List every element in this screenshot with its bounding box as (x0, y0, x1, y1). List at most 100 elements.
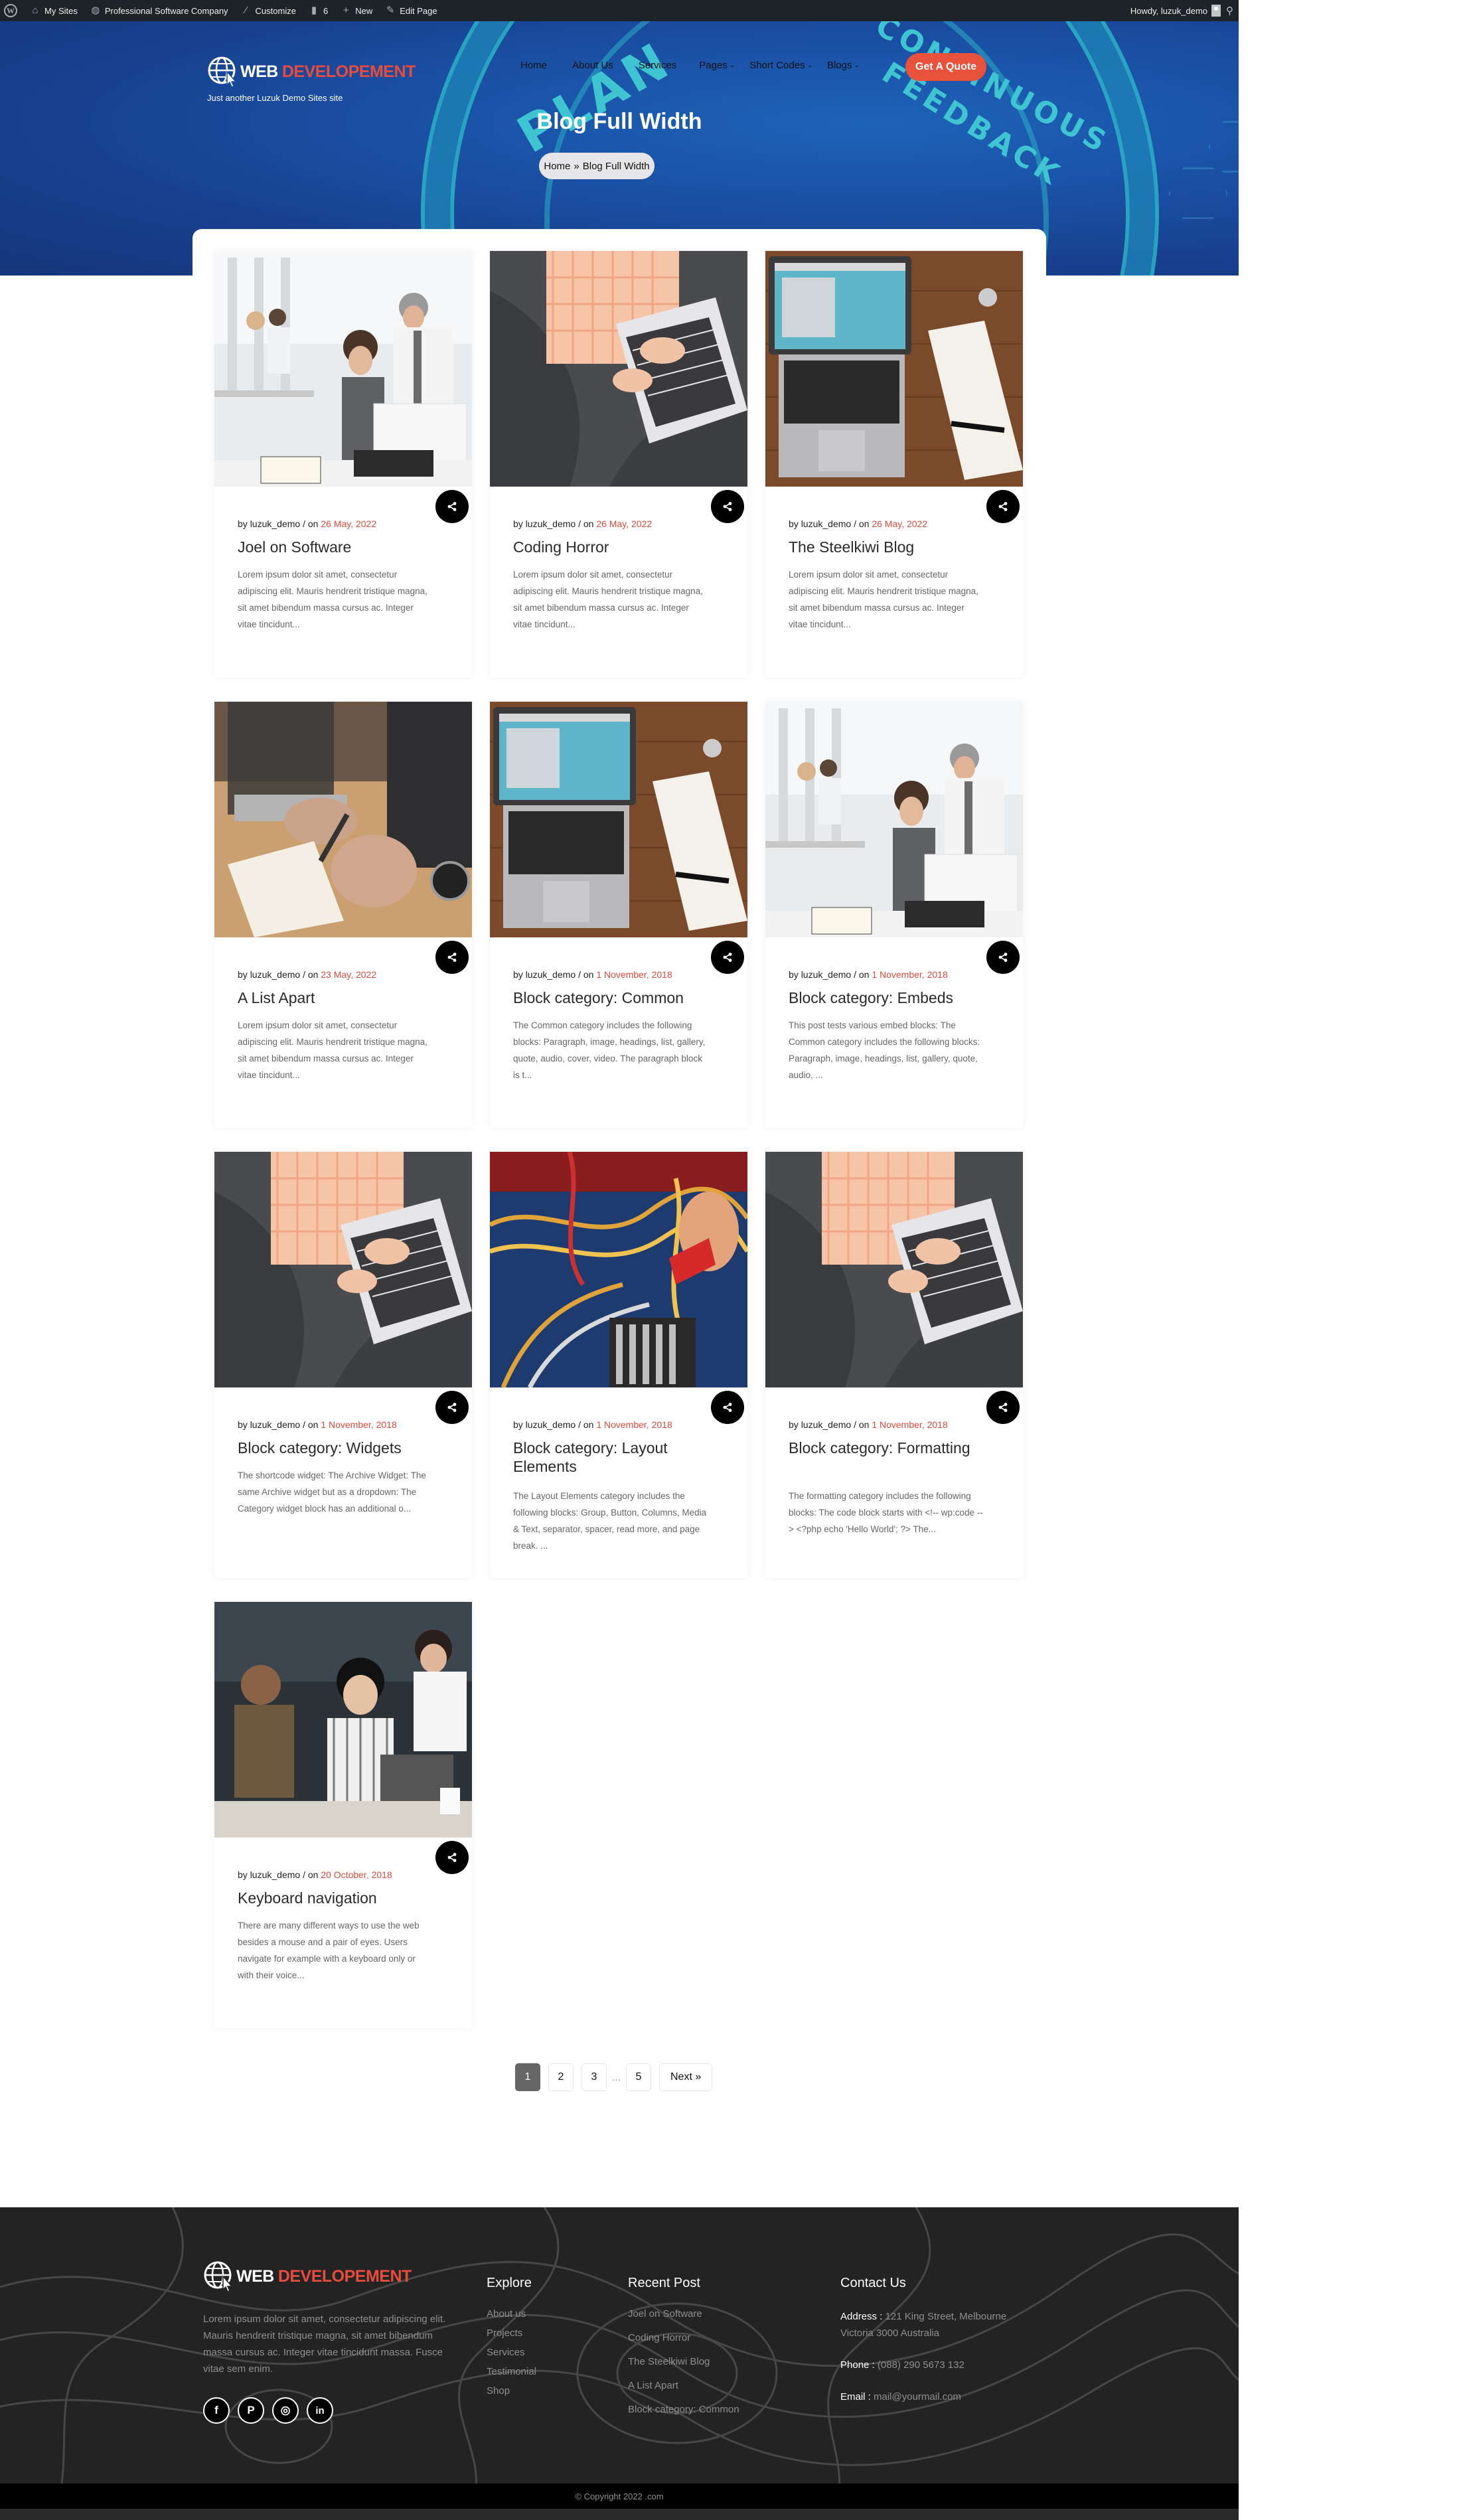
admin-bar-wordpress[interactable]: W (4, 4, 17, 17)
footer-explore-link[interactable]: About us (487, 2308, 536, 2320)
page-1-button[interactable]: 1 (515, 2063, 540, 2091)
footer-explore-link[interactable]: Shop (487, 2385, 536, 2397)
admin-bar-account[interactable]: Howdy, luzuk_demo (1130, 5, 1221, 17)
admin-bar-comments[interactable]: ▮ 6 (308, 5, 328, 17)
post-title[interactable]: Block category: Common (513, 988, 701, 1007)
share-button[interactable] (711, 490, 744, 523)
post-thumbnail[interactable] (214, 702, 472, 937)
admin-bar-site-name[interactable]: ◍ Professional Software Company (90, 5, 228, 17)
post-thumbnail[interactable] (765, 1152, 1023, 1387)
linkedin-icon[interactable]: in (307, 2397, 333, 2424)
nav-blogs[interactable]: Blogs ⌄ (827, 60, 860, 71)
footer-explore-link[interactable]: Projects (487, 2327, 536, 2339)
breadcrumb-home[interactable]: Home (544, 161, 570, 172)
email-value[interactable]: mail@yourmail.com (874, 2391, 961, 2402)
post-date[interactable]: 23 May, 2022 (321, 969, 376, 980)
page: W ⌂ My Sites ◍ Professional Software Compa… (0, 0, 1239, 2520)
post-date[interactable]: 1 November, 2018 (872, 1419, 947, 1430)
post-thumbnail[interactable] (765, 702, 1023, 937)
share-button[interactable] (435, 1391, 469, 1424)
post-title[interactable]: Block category: Widgets (238, 1439, 425, 1457)
meta-on: / on (303, 969, 319, 980)
post-author[interactable]: luzuk_demo (526, 1419, 576, 1430)
share-button[interactable] (435, 490, 469, 523)
share-button[interactable] (711, 1391, 744, 1424)
get-a-quote-button[interactable]: Get A Quote (905, 53, 986, 81)
post-date[interactable]: 20 October, 2018 (321, 1869, 392, 1880)
nav-services[interactable]: Services (639, 60, 677, 71)
meta-on: / on (303, 1869, 319, 1880)
post-author[interactable]: luzuk_demo (250, 518, 301, 529)
post-date[interactable]: 26 May, 2022 (321, 518, 376, 529)
footer-recent-post-link[interactable]: Joel on Software (628, 2308, 739, 2320)
post-author[interactable]: luzuk_demo (801, 969, 852, 980)
footer-recent-post-link[interactable]: Coding Horror (628, 2332, 739, 2343)
footer-explore-link[interactable]: Testimonial (487, 2366, 536, 2377)
site-dashboard-icon: ◍ (91, 5, 100, 16)
post-title[interactable]: Keyboard navigation (238, 1889, 425, 1907)
footer-recent-post-link[interactable]: The Steelkiwi Blog (628, 2356, 739, 2367)
share-button[interactable] (986, 941, 1020, 974)
post-meta: by luzuk_demo / on 26 May, 2022 (789, 518, 927, 529)
pagination: 1 2 3 … 5 Next » (515, 2063, 713, 2091)
wordpress-icon: W (4, 4, 17, 17)
admin-bar-edit-page[interactable]: ✎ Edit Page (384, 5, 437, 17)
share-button[interactable] (435, 941, 469, 974)
share-button[interactable] (711, 941, 744, 974)
post-date[interactable]: 26 May, 2022 (872, 518, 927, 529)
admin-bar-new[interactable]: + New (340, 5, 372, 17)
post-meta: by luzuk_demo / on 20 October, 2018 (238, 1869, 392, 1880)
search-icon[interactable]: ⚲ (1226, 5, 1233, 17)
post-thumbnail[interactable] (490, 251, 747, 487)
admin-bar-my-sites[interactable]: ⌂ My Sites (29, 5, 77, 17)
post-author[interactable]: luzuk_demo (250, 969, 301, 980)
topographic-pattern (0, 2207, 1239, 2483)
page-5-button[interactable]: 5 (626, 2063, 651, 2091)
site-logo[interactable]: WEB DEVELOPEMENT Just another Luzuk Demo… (207, 56, 416, 103)
post-date[interactable]: 1 November, 2018 (596, 969, 672, 980)
share-button[interactable] (435, 1841, 469, 1874)
instagram-icon[interactable]: ◎ (272, 2397, 299, 2424)
post-title[interactable]: Block category: Formatting (789, 1439, 976, 1457)
post-author[interactable]: luzuk_demo (801, 518, 852, 529)
page-2-button[interactable]: 2 (548, 2063, 574, 2091)
phone-value[interactable]: (088) 290 5673 132 (878, 2359, 965, 2371)
footer-recent-post-link[interactable]: Block category: Common (628, 2404, 739, 2415)
post-thumbnail[interactable] (765, 251, 1023, 487)
next-page-button[interactable]: Next » (659, 2063, 713, 2091)
footer-explore-link[interactable]: Services (487, 2347, 536, 2358)
post-date[interactable]: 1 November, 2018 (872, 969, 947, 980)
share-button[interactable] (986, 490, 1020, 523)
post-date[interactable]: 26 May, 2022 (596, 518, 652, 529)
post-thumbnail[interactable] (214, 251, 472, 487)
facebook-icon[interactable]: f (203, 2397, 230, 2424)
post-author[interactable]: luzuk_demo (526, 969, 576, 980)
email-label: Email : (840, 2391, 871, 2402)
post-author[interactable]: luzuk_demo (250, 1419, 301, 1430)
post-title[interactable]: Block category: Embeds (789, 988, 976, 1007)
post-thumbnail[interactable] (214, 1602, 472, 1838)
post-title[interactable]: A List Apart (238, 988, 425, 1007)
footer-recent-post-link[interactable]: A List Apart (628, 2380, 739, 2391)
admin-bar-customize[interactable]: ⁄ Customize (240, 5, 296, 17)
page-3-button[interactable]: 3 (581, 2063, 607, 2091)
post-author[interactable]: luzuk_demo (250, 1869, 301, 1880)
nav-home[interactable]: Home (520, 60, 547, 71)
nav-about-us[interactable]: About Us (572, 60, 613, 71)
nav-short-codes[interactable]: Short Codes ⌄ (749, 60, 812, 71)
nav-pages[interactable]: Pages ⌄ (699, 60, 735, 71)
post-thumbnail[interactable] (490, 702, 747, 937)
post-author[interactable]: luzuk_demo (526, 518, 576, 529)
post-date[interactable]: 1 November, 2018 (596, 1419, 672, 1430)
share-button[interactable] (986, 1391, 1020, 1424)
post-thumbnail[interactable] (490, 1152, 747, 1387)
post-title[interactable]: Block category: Layout Elements (513, 1439, 701, 1476)
post-title[interactable]: The Steelkiwi Blog (789, 538, 976, 556)
post-author[interactable]: luzuk_demo (801, 1419, 852, 1430)
post-title[interactable]: Joel on Software (238, 538, 425, 556)
post-date[interactable]: 1 November, 2018 (321, 1419, 396, 1430)
post-title[interactable]: Coding Horror (513, 538, 701, 556)
footer-logo[interactable]: WEB DEVELOPEMENT (203, 2260, 412, 2292)
pinterest-icon[interactable]: P (238, 2397, 264, 2424)
post-thumbnail[interactable] (214, 1152, 472, 1387)
